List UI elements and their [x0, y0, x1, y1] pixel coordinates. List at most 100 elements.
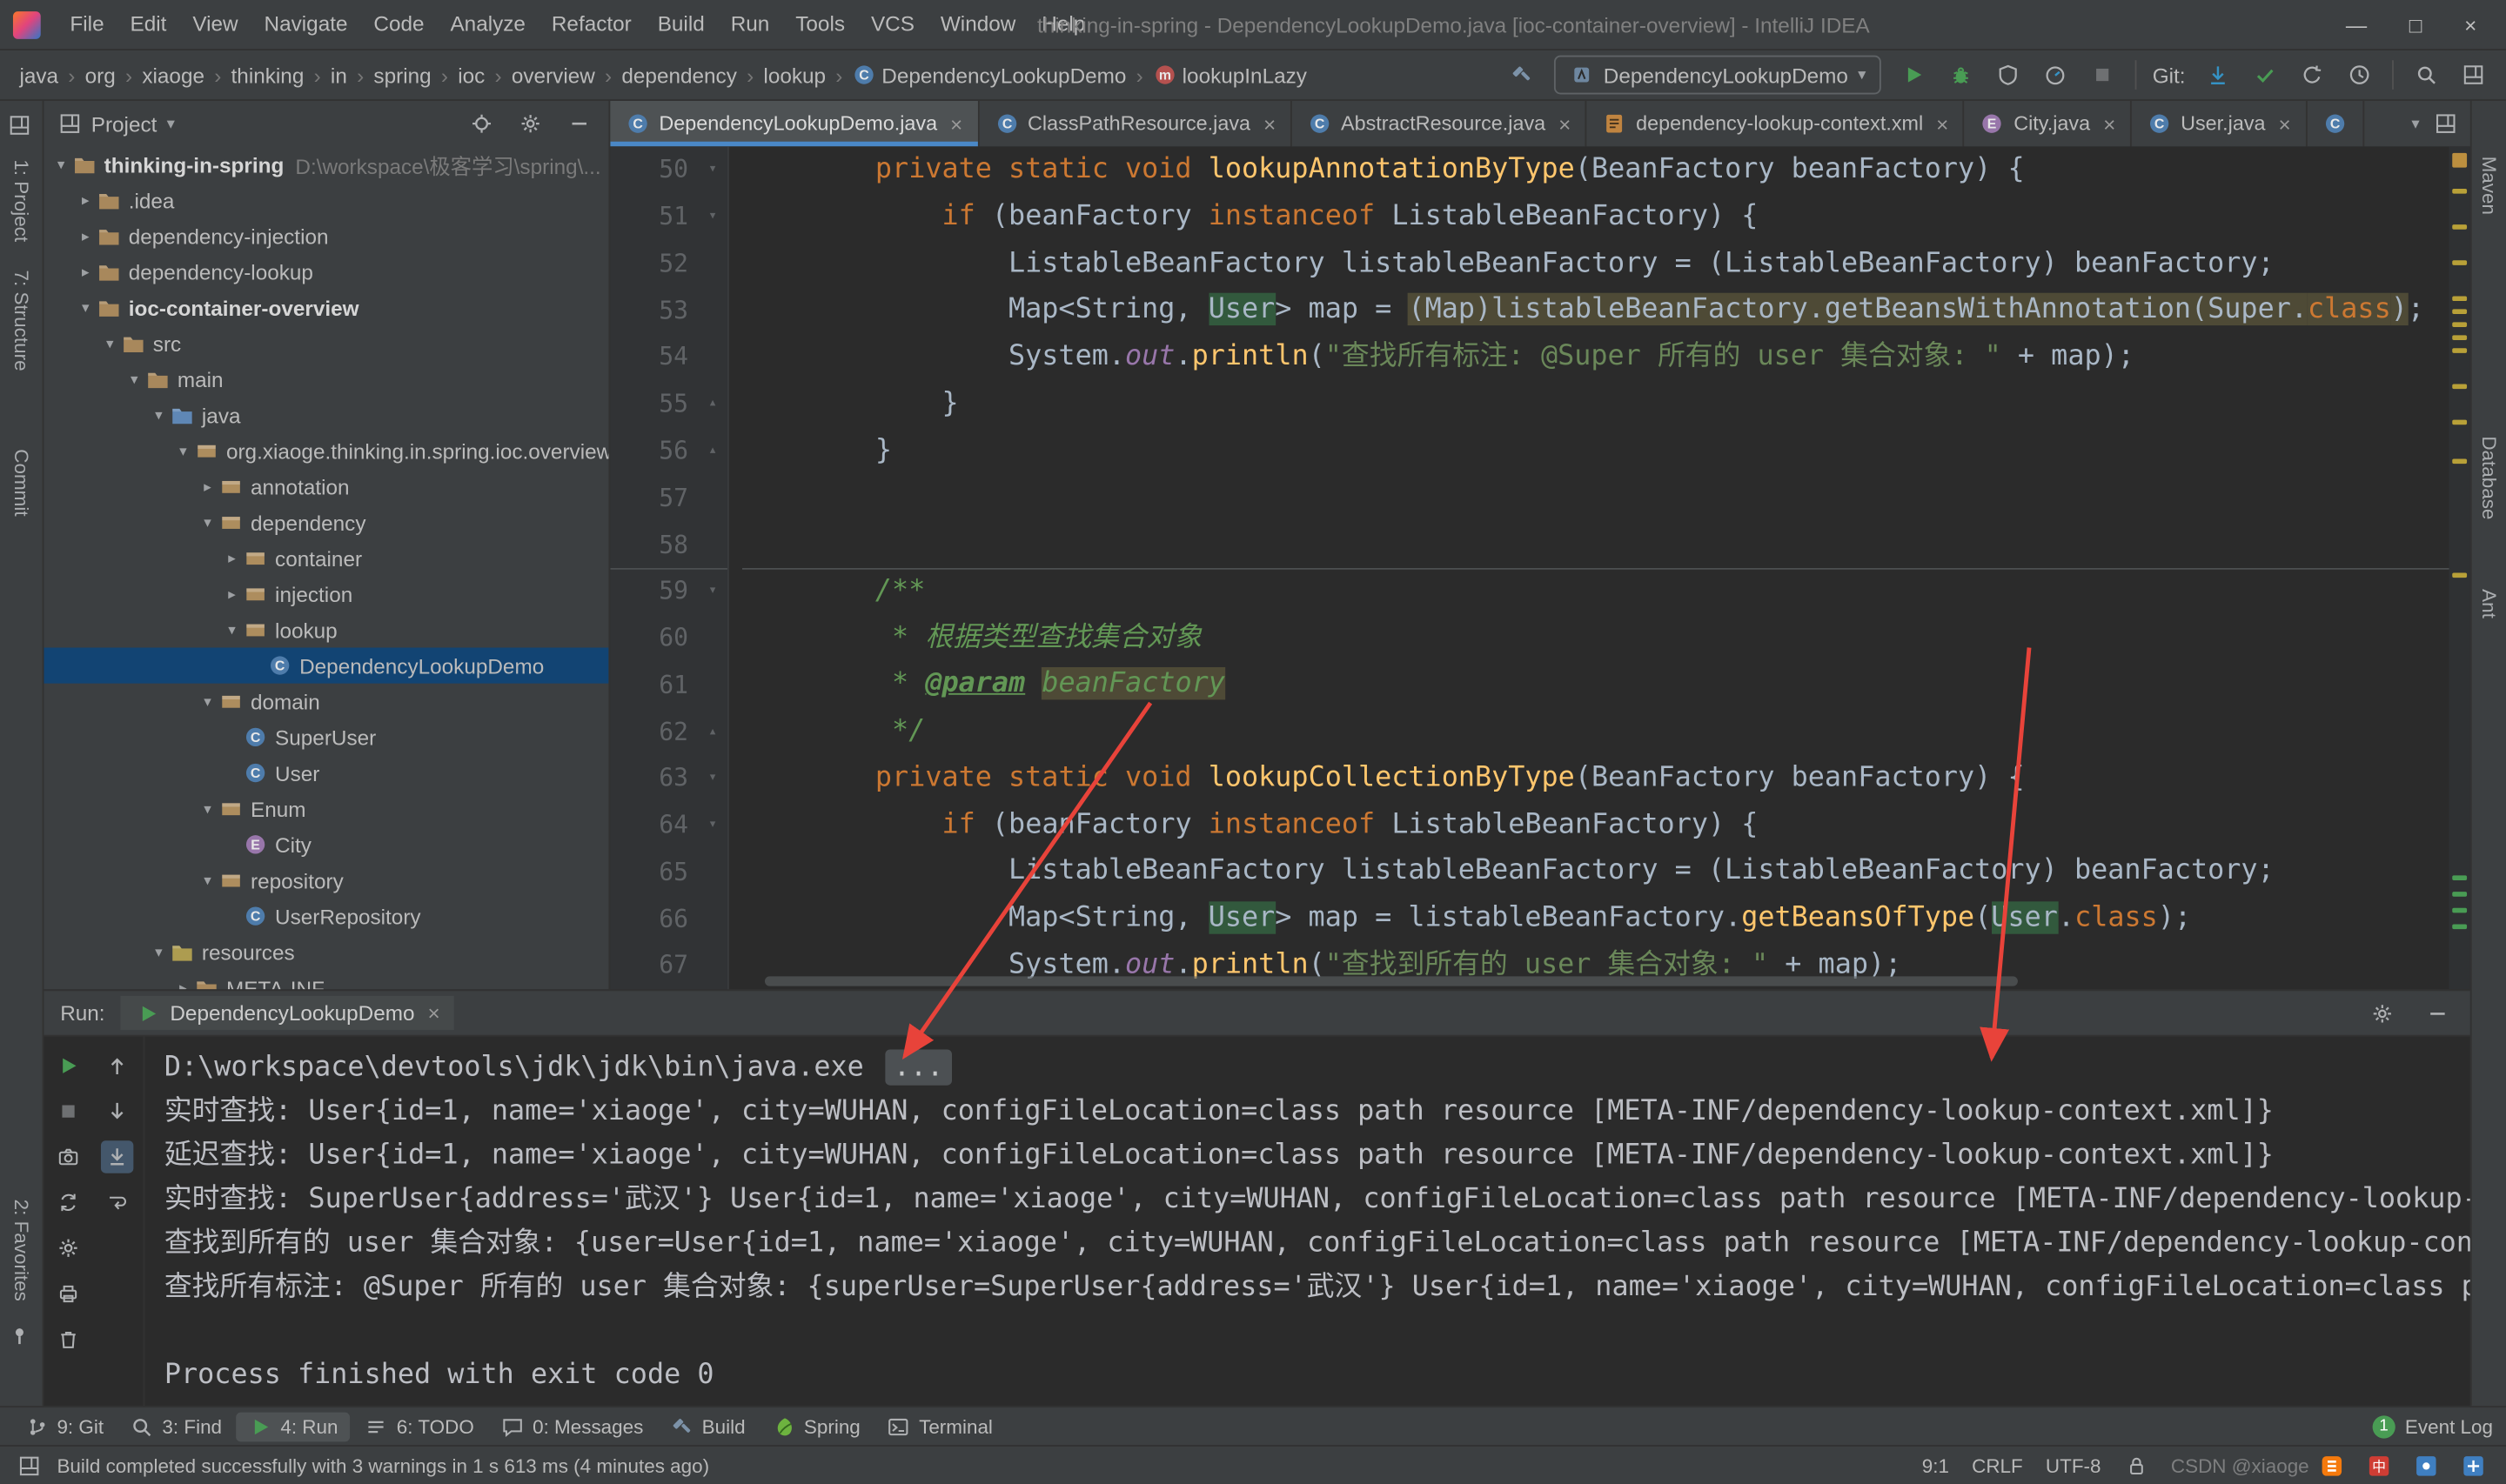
code-line-62[interactable]: */ — [742, 708, 2449, 755]
tree-toggle-icon[interactable]: ▸ — [75, 227, 96, 245]
tool-button-2-favorites[interactable]: 2: Favorites — [10, 1200, 32, 1301]
code-editor[interactable]: 50 ▾ 51 ▾ 52 53 54 55 ▴ 56 ▴ 57 58 59 ▾ 60 61 62 ▴ 63 ▾ 64 ▾ 65… — [610, 146, 2470, 990]
collapsed-args-chip[interactable]: ... — [885, 1049, 952, 1086]
tree-item-java[interactable]: ▾ java — [44, 397, 608, 432]
tree-item-superuser[interactable]: C SuperUser — [44, 719, 608, 755]
menu-edit[interactable]: Edit — [117, 0, 180, 49]
code-line-59[interactable]: /** — [742, 568, 2449, 615]
toolwindow-button-event-log[interactable]: Event Log — [2405, 1414, 2493, 1437]
run-config-selector[interactable]: DependencyLookupDemo ▾ — [1554, 55, 1881, 95]
tool-button-maven[interactable]: Maven — [2477, 157, 2500, 215]
toolwindow-toggle-icon[interactable] — [17, 1454, 41, 1476]
code-line-58[interactable] — [742, 521, 2449, 568]
breadcrumb-item-lookupinlazy[interactable]: m lookupInLazy — [1149, 63, 1310, 87]
tree-item-dependency-lookup[interactable]: ▸ dependency-lookup — [44, 254, 608, 290]
close-tab-icon[interactable]: × — [2278, 113, 2290, 134]
menu-refactor[interactable]: Refactor — [539, 0, 645, 49]
code-line-65[interactable]: ListableBeanFactory listableBeanFactory … — [742, 848, 2449, 895]
close-tab-icon[interactable]: × — [950, 113, 962, 134]
restore-icon[interactable] — [52, 1187, 84, 1219]
minimize-icon[interactable] — [563, 107, 595, 139]
code-line-53[interactable]: Map<String, User> map = (Map)listableBea… — [742, 287, 2449, 334]
window-max-button[interactable]: □ — [2409, 12, 2422, 37]
tree-toggle-icon[interactable]: ▾ — [148, 943, 169, 961]
tree-item-thinking-in-spring[interactable]: ▾ thinking-in-spring D:\workspace\极客学习\spr… — [44, 146, 608, 182]
tree-toggle-icon[interactable]: ▾ — [75, 298, 96, 317]
locate-icon[interactable] — [466, 107, 498, 139]
tool-button-database[interactable]: Database — [2477, 436, 2500, 519]
file-encoding[interactable]: UTF-8 — [2046, 1454, 2101, 1476]
inspections-indicator-icon[interactable] — [2452, 152, 2468, 168]
menu-file[interactable]: File — [57, 0, 117, 49]
code-line-50[interactable]: private static void lookupAnnotationByTy… — [742, 146, 2449, 193]
menu-build[interactable]: Build — [645, 0, 718, 49]
window-min-button[interactable]: — — [2346, 12, 2367, 37]
tree-toggle-icon[interactable]: ▸ — [172, 979, 193, 989]
tw-icon[interactable] — [2457, 58, 2489, 90]
tool-button-ant[interactable]: Ant — [2477, 589, 2500, 618]
code-line-52[interactable]: ListableBeanFactory listableBeanFactory … — [742, 240, 2449, 287]
readonly-lock-icon[interactable] — [2124, 1454, 2148, 1476]
breadcrumb-item-xiaoge[interactable]: xiaoge — [139, 63, 208, 87]
tree-toggle-icon[interactable]: ▸ — [75, 191, 96, 210]
tree-item-org-xiaoge-thinking-in-spring-ioc-overview[interactable]: ▾ org.xiaoge.thinking.in.spring.ioc.overv… — [44, 433, 608, 469]
printer-icon[interactable] — [52, 1277, 84, 1309]
close-tab-icon[interactable]: × — [1936, 113, 1948, 134]
tree-item-resources[interactable]: ▾ resources — [44, 934, 608, 970]
editor-tab-city-java[interactable]: E City.java × — [1965, 100, 2132, 147]
project-panel-title[interactable]: Project — [91, 111, 157, 136]
gear-icon[interactable] — [2366, 997, 2398, 1029]
menu-navigate[interactable]: Navigate — [251, 0, 361, 49]
hammer-icon[interactable] — [1506, 58, 1538, 90]
menu-run[interactable]: Run — [718, 0, 783, 49]
run-tab[interactable]: DependencyLookupDemo × — [121, 995, 455, 1031]
tab-list-chevron-icon[interactable]: ▾ — [2411, 115, 2419, 133]
tree-item-injection[interactable]: ▸ injection — [44, 576, 608, 612]
close-icon[interactable]: × — [427, 1000, 439, 1025]
tree-item-userrepository[interactable]: C UserRepository — [44, 899, 608, 934]
breadcrumb-item-java[interactable]: java — [17, 63, 62, 87]
fold-toggle-icon[interactable]: ▾ — [698, 817, 727, 833]
run-console[interactable]: D:\workspace\devtools\jdk\jdk\bin\java.e… — [144, 1037, 2470, 1407]
toolwindow-button-build[interactable]: Build — [658, 1412, 756, 1441]
code-line-56[interactable]: } — [742, 427, 2449, 474]
tool-button-1-project[interactable]: 1: Project — [10, 159, 32, 242]
breadcrumb-item-spring[interactable]: spring — [371, 63, 435, 87]
toolwindow-switcher-icon[interactable] — [8, 114, 34, 140]
toolwindow-button-4-run[interactable]: 4: Run — [236, 1411, 350, 1441]
play-icon[interactable] — [1897, 58, 1929, 90]
git-commit-icon[interactable] — [2248, 58, 2281, 90]
fold-toggle-icon[interactable]: ▴ — [698, 724, 727, 740]
tool-button-commit[interactable]: Commit — [10, 449, 32, 516]
toolwindow-button-terminal[interactable]: Terminal — [875, 1412, 1004, 1441]
soft-wrap-icon[interactable] — [101, 1187, 133, 1219]
menu-window[interactable]: Window — [928, 0, 1029, 49]
tree-toggle-icon[interactable]: ▾ — [197, 872, 218, 890]
search-icon[interactable] — [2410, 58, 2442, 90]
trash-icon[interactable] — [52, 1323, 84, 1355]
profiler-icon[interactable] — [2039, 58, 2071, 90]
fold-toggle-icon[interactable]: ▴ — [698, 443, 727, 459]
line-separator[interactable]: CRLF — [1972, 1454, 2023, 1476]
history-icon[interactable] — [2343, 58, 2375, 90]
gear-icon[interactable] — [514, 107, 546, 139]
tree-item-dependency[interactable]: ▾ dependency — [44, 505, 608, 540]
tree-item-dependency-injection[interactable]: ▸ dependency-injection — [44, 218, 608, 254]
git-update-icon[interactable] — [2201, 58, 2234, 90]
bug-icon[interactable] — [1944, 58, 1976, 90]
tree-item-enum[interactable]: ▾ Enum — [44, 791, 608, 826]
fold-toggle-icon[interactable]: ▾ — [698, 209, 727, 225]
caret-position[interactable]: 9:1 — [1922, 1454, 1949, 1476]
horizontal-scrollbar[interactable] — [764, 976, 2018, 986]
tree-item-annotation[interactable]: ▸ annotation — [44, 469, 608, 505]
tree-item-user[interactable]: C User — [44, 755, 608, 791]
menu-view[interactable]: View — [179, 0, 251, 49]
tree-item-city[interactable]: E City — [44, 826, 608, 862]
fold-toggle-icon[interactable]: ▾ — [698, 162, 727, 178]
editor-tab-dependencylookupdemo-java[interactable]: C DependencyLookupDemo.java × — [610, 100, 979, 147]
code-line-61[interactable]: * @param beanFactory — [742, 661, 2449, 708]
editor-tab-partial[interactable]: C — [2307, 100, 2364, 147]
tree-toggle-icon[interactable]: ▾ — [197, 799, 218, 818]
menu-analyze[interactable]: Analyze — [438, 0, 539, 49]
window-close-button[interactable]: × — [2464, 12, 2476, 37]
